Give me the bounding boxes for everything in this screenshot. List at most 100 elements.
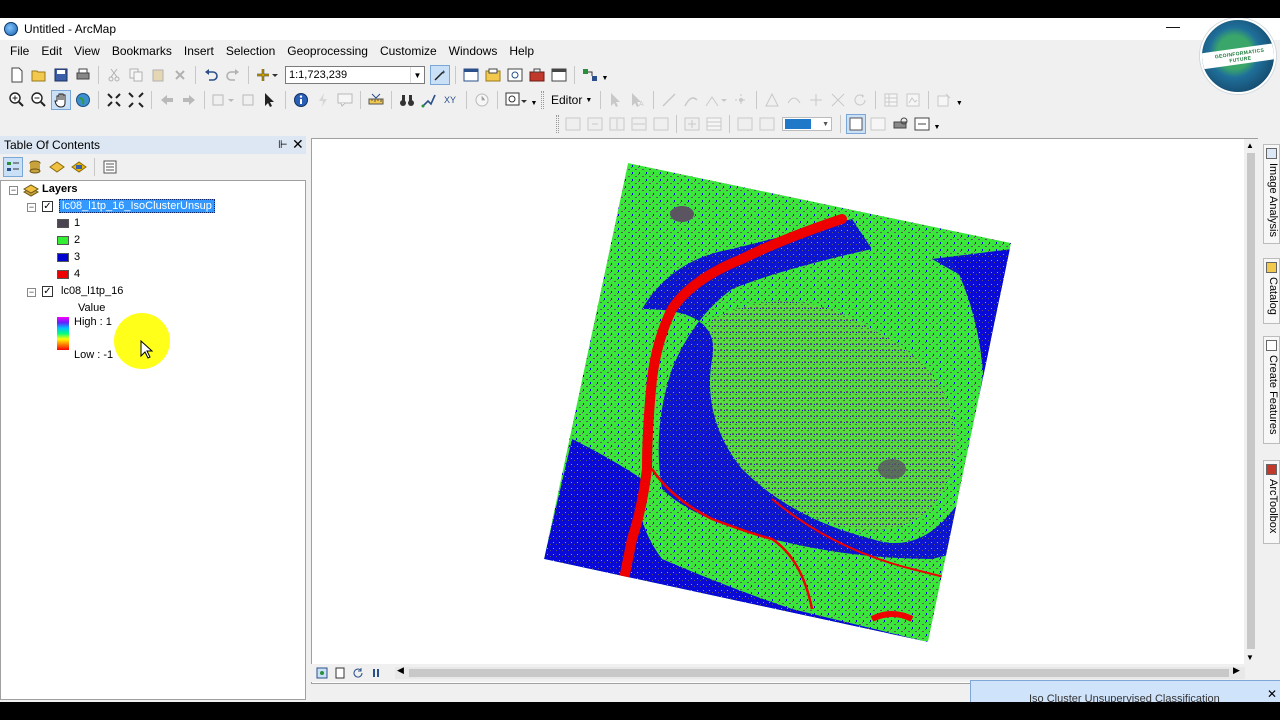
find-route-icon[interactable]: [419, 90, 439, 110]
collapse-toggle-icon[interactable]: −: [9, 186, 18, 195]
add-control-points-icon[interactable]: [682, 114, 702, 134]
toolbar-grip[interactable]: [541, 91, 544, 109]
save-icon[interactable]: [51, 65, 71, 85]
print-icon[interactable]: [73, 65, 93, 85]
editor-toolbar-toggle-icon[interactable]: [430, 65, 450, 85]
menu-edit[interactable]: Edit: [35, 40, 68, 62]
training-sample-manager-icon[interactable]: [735, 114, 755, 134]
collapse-toggle-icon[interactable]: −: [27, 203, 36, 212]
endpoint-arc-icon[interactable]: [681, 90, 701, 110]
refresh-icon[interactable]: [351, 666, 365, 680]
fixed-zoom-in-icon[interactable]: [104, 90, 124, 110]
identify-icon[interactable]: [291, 90, 311, 110]
menu-help[interactable]: Help: [503, 40, 540, 62]
redo-icon[interactable]: [223, 65, 243, 85]
reset-icon[interactable]: [651, 114, 671, 134]
model-builder-icon[interactable]: [580, 65, 600, 85]
page-setup-icon[interactable]: [868, 114, 888, 134]
menu-geoprocessing[interactable]: Geoprocessing: [281, 40, 374, 62]
straight-segment-icon[interactable]: [659, 90, 679, 110]
collapse-toggle-icon[interactable]: −: [27, 288, 36, 297]
layer-visibility-checkbox[interactable]: ✓: [42, 201, 53, 212]
back-arrow-icon[interactable]: [157, 90, 177, 110]
delete-icon[interactable]: [170, 65, 190, 85]
edit-tool-icon[interactable]: [606, 90, 626, 110]
scroll-left-icon[interactable]: ◀: [397, 665, 404, 676]
undo-icon[interactable]: [201, 65, 221, 85]
scroll-down-icon[interactable]: ▼: [1246, 653, 1254, 662]
create-viewer-window-icon[interactable]: [503, 90, 529, 110]
menu-bookmarks[interactable]: Bookmarks: [106, 40, 178, 62]
menu-windows[interactable]: Windows: [443, 40, 504, 62]
edit-annotation-icon[interactable]: A: [628, 90, 648, 110]
vertex-icon[interactable]: [731, 90, 751, 110]
fit-display-icon[interactable]: [563, 114, 583, 134]
data-view-icon[interactable]: [315, 666, 329, 680]
layer-visibility-checkbox[interactable]: ✓: [42, 286, 53, 297]
find-binoculars-icon[interactable]: [397, 90, 417, 110]
paste-icon[interactable]: [148, 65, 168, 85]
arctoolbox-icon[interactable]: [527, 65, 547, 85]
hyperlink-icon[interactable]: [313, 90, 333, 110]
scroll-right-icon[interactable]: ▶: [1233, 665, 1240, 676]
scroll-thumb[interactable]: [1247, 153, 1255, 649]
cut-icon[interactable]: [104, 65, 124, 85]
rotate-icon[interactable]: [850, 90, 870, 110]
export-map-icon[interactable]: [912, 114, 932, 134]
pause-drawing-icon[interactable]: [369, 666, 383, 680]
layer-name-isocluster[interactable]: lc08_l1tp_16_IsoClusterUnsup: [59, 199, 215, 213]
layers-root-label[interactable]: Layers: [42, 183, 77, 195]
search-window-icon[interactable]: [505, 65, 525, 85]
map-horizontal-scrollbar[interactable]: ◀ ▶: [395, 665, 1245, 679]
chevron-down-icon[interactable]: ▼: [410, 67, 424, 83]
menu-file[interactable]: File: [4, 40, 35, 62]
new-document-icon[interactable]: [7, 65, 27, 85]
close-icon[interactable]: ✕: [1267, 687, 1277, 701]
copy-icon[interactable]: [126, 65, 146, 85]
list-by-visibility-icon[interactable]: [47, 157, 67, 177]
create-features-icon[interactable]: [934, 90, 954, 110]
measure-icon[interactable]: [366, 90, 386, 110]
map-scale-combobox[interactable]: 1:1,723,239 ▼: [285, 66, 425, 84]
chevron-down-icon[interactable]: ▼: [822, 121, 829, 128]
catalog-window-icon[interactable]: [483, 65, 503, 85]
cut-polygons-icon[interactable]: [806, 90, 826, 110]
toc-window-icon[interactable]: [461, 65, 481, 85]
toolbar-overflow-icon[interactable]: ▼: [933, 117, 941, 131]
menu-selection[interactable]: Selection: [220, 40, 281, 62]
toolbar-overflow-icon[interactable]: ▼: [955, 93, 963, 107]
add-data-icon[interactable]: [254, 65, 280, 85]
open-folder-icon[interactable]: [29, 65, 49, 85]
go-to-xy-icon[interactable]: XY: [441, 90, 461, 110]
pin-icon[interactable]: ⊩: [278, 138, 288, 151]
toc-options-icon[interactable]: [100, 157, 120, 177]
classified-raster-image[interactable]: [312, 139, 1258, 684]
zoom-out-icon[interactable]: [29, 90, 49, 110]
menu-view[interactable]: View: [68, 40, 106, 62]
time-slider-icon[interactable]: [472, 90, 492, 110]
print-preview-icon[interactable]: [890, 114, 910, 134]
rotate-left-icon[interactable]: [585, 114, 605, 134]
mirror-icon[interactable]: [629, 114, 649, 134]
attributes-icon[interactable]: [881, 90, 901, 110]
menu-insert[interactable]: Insert: [178, 40, 220, 62]
scroll-up-icon[interactable]: ▲: [1246, 141, 1254, 150]
dock-tab-catalog[interactable]: Catalog: [1263, 258, 1280, 324]
select-elements-arrow-icon[interactable]: [260, 90, 280, 110]
layout-view-icon[interactable]: [846, 114, 866, 134]
toolbar-overflow-icon[interactable]: ▼: [601, 68, 609, 82]
map-vertical-scrollbar[interactable]: ▲ ▼: [1244, 139, 1258, 684]
view-link-table-icon[interactable]: [704, 114, 724, 134]
scroll-thumb[interactable]: [409, 669, 1229, 677]
list-by-drawing-order-icon[interactable]: [3, 157, 23, 177]
list-by-selection-icon[interactable]: [69, 157, 89, 177]
toolbar-overflow-icon[interactable]: ▼: [530, 93, 538, 107]
dock-tab-create-features[interactable]: Create Features: [1263, 336, 1280, 444]
pan-hand-icon[interactable]: [51, 90, 71, 110]
close-icon[interactable]: ✕: [292, 136, 304, 153]
sketch-properties-icon[interactable]: [903, 90, 923, 110]
create-signature-icon[interactable]: [757, 114, 777, 134]
html-popup-icon[interactable]: [335, 90, 355, 110]
dock-tab-arctoolbox[interactable]: ArcToolbox: [1263, 460, 1280, 544]
clear-selection-icon[interactable]: [238, 90, 258, 110]
